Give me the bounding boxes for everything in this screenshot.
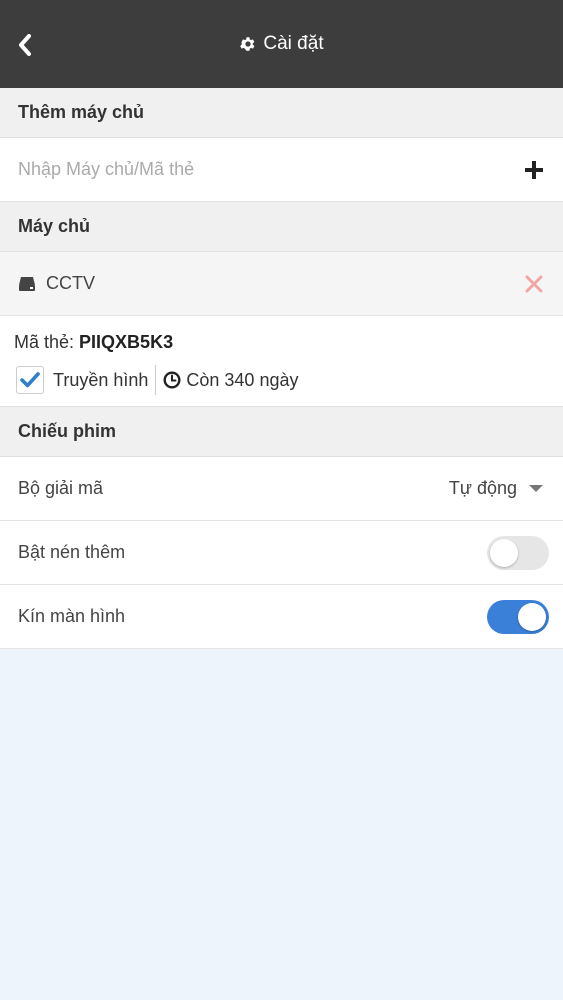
server-item[interactable]: CCTV	[0, 252, 563, 316]
toggle-knob	[490, 538, 518, 567]
page-title-text: Cài đặt	[263, 33, 324, 54]
card-code: Mã thẻ: PIIQXB5K3	[14, 332, 549, 353]
app-header: Cài đặt	[0, 0, 563, 88]
check-icon	[20, 372, 40, 388]
fullscreen-toggle[interactable]	[487, 599, 549, 634]
compression-row: Bật nén thêm	[0, 521, 563, 585]
add-server-row	[0, 138, 563, 202]
clock-icon	[163, 371, 181, 389]
decoder-label: Bộ giải mã	[18, 478, 104, 498]
decoder-value: Tự động	[448, 478, 517, 498]
section-header-servers: Máy chủ	[0, 202, 563, 252]
compression-label: Bật nén thêm	[18, 542, 126, 562]
gear-icon	[240, 37, 255, 51]
fullscreen-row: Kín màn hình	[0, 585, 563, 649]
remove-server-button[interactable]	[519, 269, 549, 299]
card-status: Truyền hình Còn 340 ngày	[14, 365, 549, 395]
divider	[155, 365, 157, 395]
server-name: CCTV	[46, 273, 95, 293]
fullscreen-label: Kín màn hình	[18, 606, 126, 626]
back-button[interactable]	[10, 30, 40, 60]
toggle-knob	[518, 602, 546, 631]
caret-down-icon	[529, 485, 543, 492]
tv-label: Truyền hình	[53, 369, 149, 390]
expiry-text: Còn 340 ngày	[186, 369, 299, 390]
section-header-playback: Chiếu phim	[0, 407, 563, 457]
server-item-info: CCTV	[18, 273, 95, 294]
compression-toggle[interactable]	[487, 535, 549, 570]
add-server-button[interactable]	[519, 155, 549, 185]
close-icon	[525, 275, 543, 292]
hard-drive-icon	[19, 276, 35, 291]
plus-icon	[525, 160, 543, 179]
server-code-input[interactable]	[18, 159, 519, 180]
chevron-left-icon	[19, 34, 31, 56]
expiry-info: Còn 340 ngày	[163, 370, 298, 391]
section-header-add-server: Thêm máy chủ	[0, 88, 563, 138]
card-code-label: Mã thẻ:	[14, 332, 75, 352]
tv-checkbox[interactable]	[16, 366, 44, 394]
decoder-select[interactable]: Tự động	[449, 478, 549, 499]
page-title: Cài đặt	[239, 33, 324, 55]
subscription-card: Mã thẻ: PIIQXB5K3 Truyền hình Còn 340 ng…	[0, 316, 563, 407]
decoder-row: Bộ giải mã Tự động	[0, 457, 563, 521]
card-code-value: PIIQXB5K3	[79, 332, 174, 352]
